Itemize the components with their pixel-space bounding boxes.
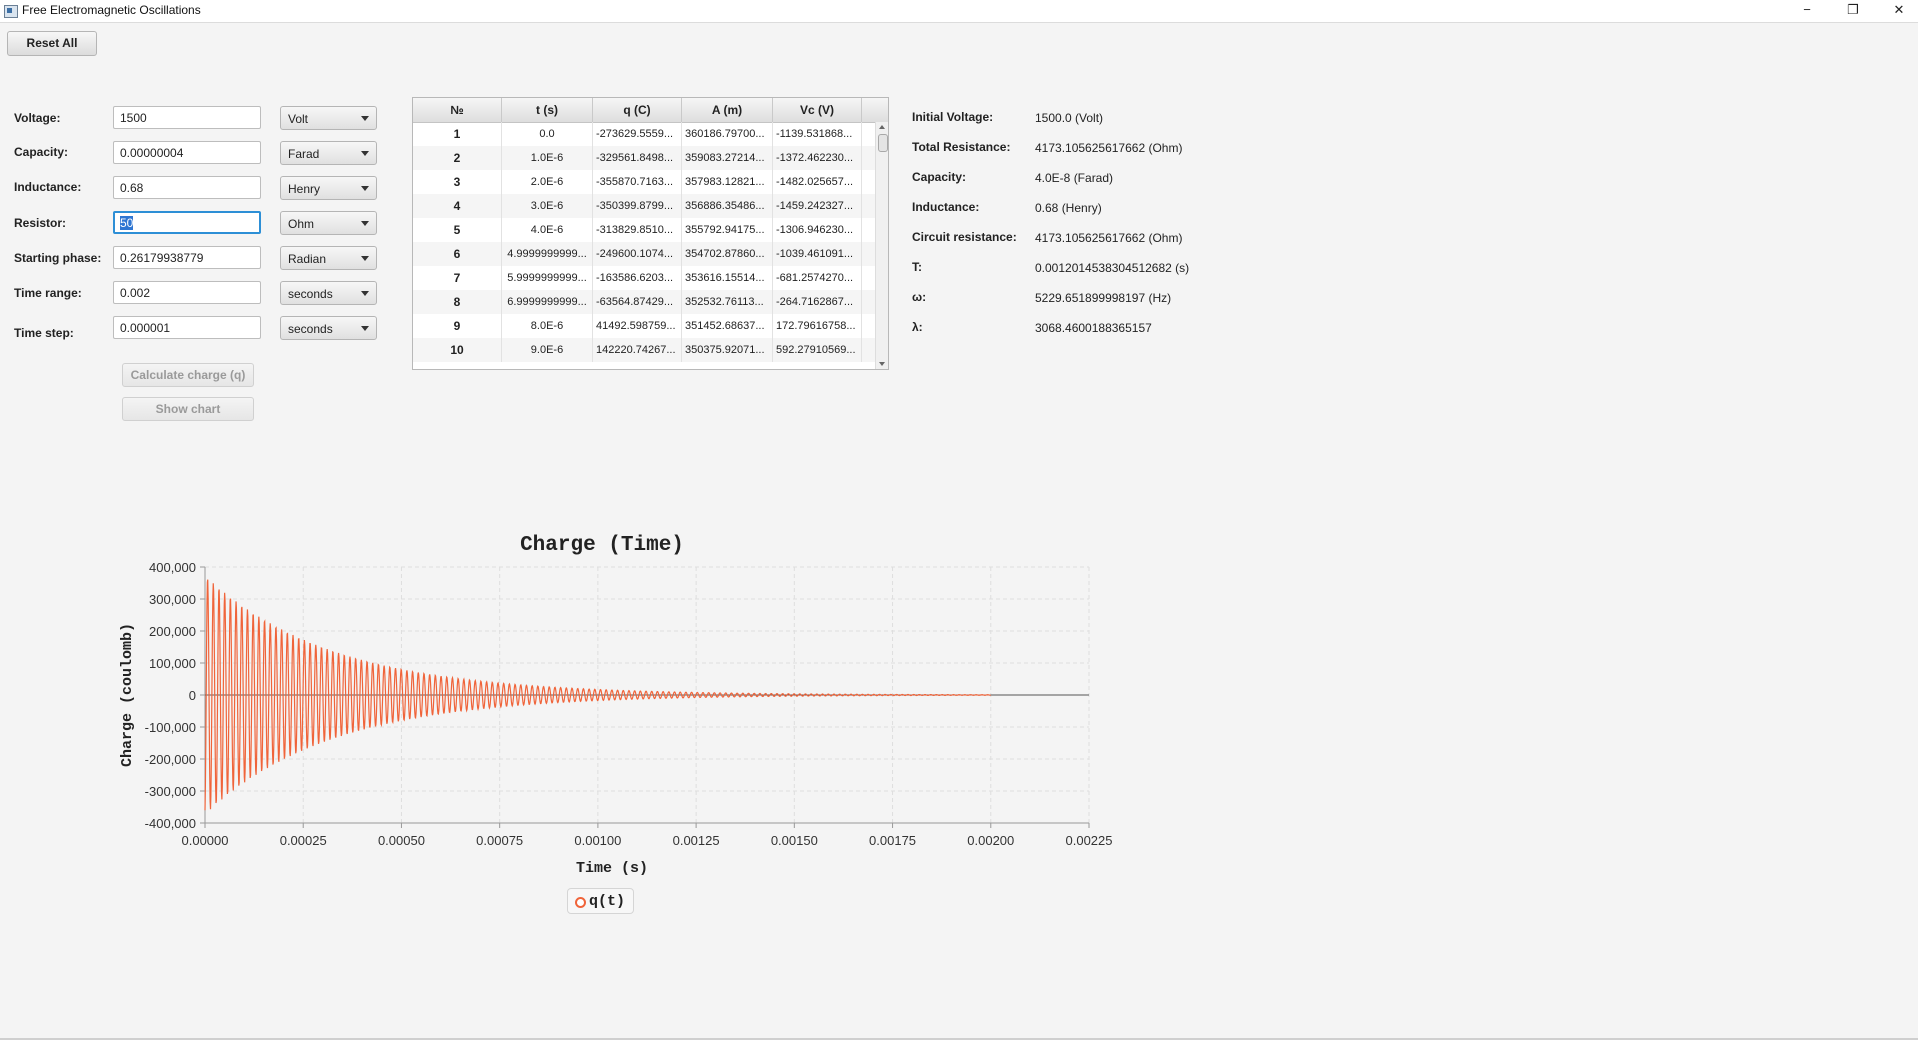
y-tick-label: 400,000	[149, 560, 196, 575]
x-tick-label: 0.00000	[182, 833, 229, 848]
y-tick-label: 200,000	[149, 624, 196, 639]
charge-chart: 0.00000 0.00025 0.00050 0.00075 0.00100 0.001…	[119, 534, 1113, 877]
chart-title: Charge (Time)	[520, 534, 684, 557]
y-tick-label: -400,000	[145, 816, 196, 831]
y-tick-label: 300,000	[149, 592, 196, 607]
x-tick-label: 0.00125	[673, 833, 720, 848]
x-tick-label: 0.00150	[771, 833, 818, 848]
x-tick-label: 0.00050	[378, 833, 425, 848]
y-tick-label: -100,000	[145, 720, 196, 735]
legend-symbol	[575, 897, 586, 908]
chart-legend: q(t)	[567, 888, 634, 914]
x-axis-label: Time (s)	[576, 860, 648, 877]
x-tick-label: 0.00025	[280, 833, 327, 848]
y-tick-label: 100,000	[149, 656, 196, 671]
x-tick-label: 0.00075	[476, 833, 523, 848]
y-tick-label: -300,000	[145, 784, 196, 799]
y-tick-label: -200,000	[145, 752, 196, 767]
x-tick-label: 0.00100	[574, 833, 621, 848]
x-tick-label: 0.00175	[869, 833, 916, 848]
y-axis-label: Charge (coulomb)	[119, 623, 136, 767]
x-tick-label: 0.00225	[1066, 833, 1113, 848]
legend-label: q(t)	[589, 893, 626, 910]
y-tick-label: 0	[189, 688, 196, 703]
x-tick-label: 0.00200	[967, 833, 1014, 848]
